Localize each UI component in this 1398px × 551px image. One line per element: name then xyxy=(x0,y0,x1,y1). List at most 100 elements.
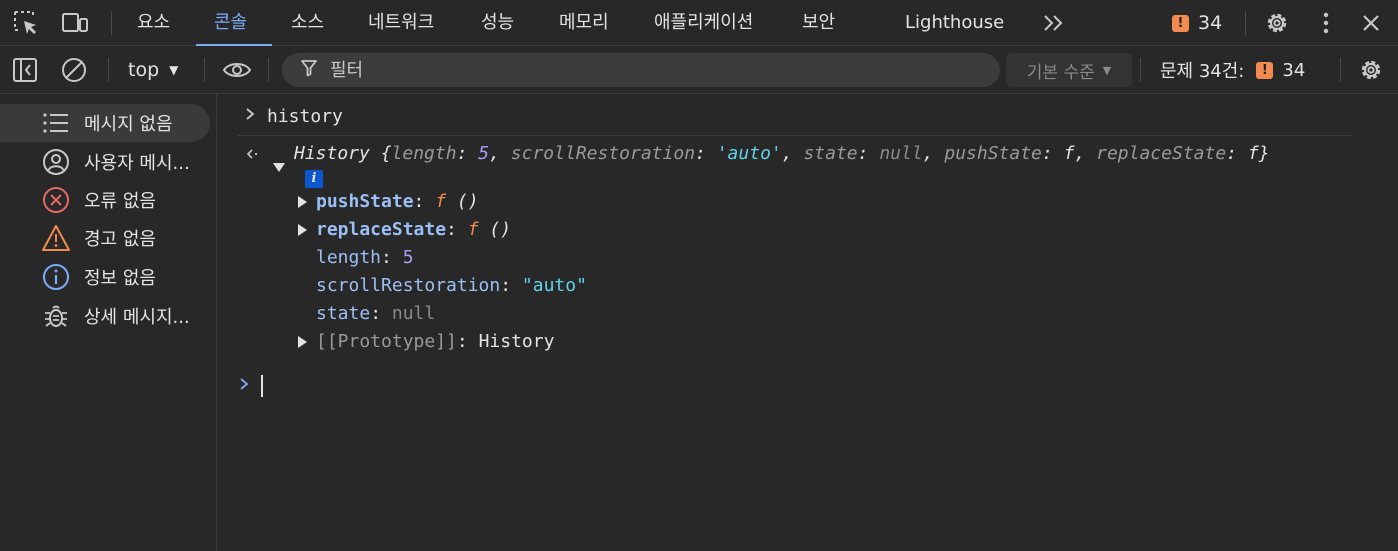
more-tabs-chevron-icon[interactable] xyxy=(1040,9,1068,37)
tab-security[interactable]: 보안 xyxy=(802,0,835,46)
prompt-chevron-icon xyxy=(238,376,250,396)
info-badge-icon[interactable]: i xyxy=(305,170,323,188)
log-levels-label: 기본 수준 xyxy=(1026,62,1095,83)
prop-key: length xyxy=(316,247,382,268)
console-sidebar: 메시지 없음 사용자 메시... 오류 없음 경고 없음 정보 없음 상세 메시… xyxy=(0,94,217,551)
expand-triangle-icon[interactable] xyxy=(298,224,307,236)
console-prompt-input[interactable] xyxy=(261,375,263,397)
sidebar-item-verbose[interactable]: 상세 메시지... xyxy=(0,297,210,335)
prop-pushState[interactable]: pushState: f () xyxy=(316,190,479,214)
user-icon xyxy=(41,147,71,177)
log-levels-dropdown[interactable]: 기본 수준 ▼ xyxy=(1006,53,1132,87)
filter-input[interactable] xyxy=(328,58,952,82)
result-summary[interactable]: History {length: 5, scrollRestoration: '… xyxy=(294,142,1270,166)
filter-funnel-icon xyxy=(300,59,318,81)
collapse-triangle-icon[interactable] xyxy=(273,163,285,172)
console-toolbar: top ▼ 기본 수준 ▼ 문제 34건: ! 34 xyxy=(0,46,1398,94)
prop-key: pushState xyxy=(316,191,414,212)
device-toolbar-icon[interactable] xyxy=(61,9,89,37)
inspect-element-icon[interactable] xyxy=(12,9,40,37)
divider xyxy=(1140,58,1141,82)
sidebar-item-info[interactable]: 정보 없음 xyxy=(0,258,210,296)
bug-icon xyxy=(41,301,71,331)
summary-key: state xyxy=(803,143,858,164)
divider xyxy=(111,11,112,35)
issues-count: 34 xyxy=(1282,59,1306,81)
dropdown-caret-icon: ▼ xyxy=(1102,63,1112,77)
prop-key: replaceState xyxy=(316,219,447,240)
toggle-sidebar-icon[interactable] xyxy=(11,56,39,84)
prop-key: [[Prototype]] xyxy=(316,331,457,352)
sidebar-item-label: 상세 메시지... xyxy=(84,307,190,328)
console-settings-gear-icon[interactable] xyxy=(1357,56,1385,84)
issue-flag-icon: ! xyxy=(1172,14,1189,32)
divider xyxy=(1340,58,1341,82)
summary-value: 5 xyxy=(478,143,490,164)
sidebar-item-warnings[interactable]: 경고 없음 xyxy=(0,219,210,257)
fn-marker: f xyxy=(435,191,447,212)
sidebar-item-label: 사용자 메시... xyxy=(84,153,190,174)
input-prompt-chevron-icon xyxy=(244,106,256,126)
more-options-kebab-icon[interactable] xyxy=(1312,9,1340,37)
tab-memory[interactable]: 메모리 xyxy=(559,0,609,46)
summary-value: f xyxy=(1063,143,1075,164)
prop-replaceState[interactable]: replaceState: f () xyxy=(316,218,511,242)
prop-value: "auto" xyxy=(521,275,587,296)
fn-marker: f xyxy=(467,219,479,240)
prop-key: scrollRestoration xyxy=(316,275,501,296)
fn-parens: () xyxy=(489,219,512,240)
tab-sources[interactable]: 소스 xyxy=(291,0,324,46)
dropdown-caret-icon: ▼ xyxy=(169,63,179,77)
divider xyxy=(268,58,269,82)
issue-count: 34 xyxy=(1198,12,1223,34)
prop-value: 5 xyxy=(402,247,414,268)
sidebar-item-label: 정보 없음 xyxy=(84,268,156,289)
tab-lighthouse[interactable]: Lighthouse xyxy=(905,0,1004,46)
clear-console-icon[interactable] xyxy=(60,56,88,84)
prop-state: state: null xyxy=(316,303,436,324)
tab-network[interactable]: 네트워크 xyxy=(368,0,434,46)
issues-label: 문제 34건: xyxy=(1160,61,1245,82)
fn-parens: () xyxy=(456,191,479,212)
error-icon xyxy=(41,185,71,215)
prop-key: state xyxy=(316,303,371,324)
list-icon xyxy=(41,108,71,138)
object-type: History xyxy=(294,143,370,164)
devtools-tab-bar: 요소 콘솔 소스 네트워크 성능 메모리 애플리케이션 보안 Lighthous… xyxy=(0,0,1398,46)
sidebar-item-messages[interactable]: 메시지 없음 xyxy=(0,104,210,142)
tab-elements[interactable]: 요소 xyxy=(137,0,170,46)
tab-console[interactable]: 콘솔 xyxy=(214,0,247,46)
warning-icon xyxy=(41,223,71,253)
context-selector[interactable]: top ▼ xyxy=(128,58,178,82)
context-value: top xyxy=(128,59,160,81)
sidebar-item-label: 경고 없음 xyxy=(84,229,156,250)
sidebar-item-user-messages[interactable]: 사용자 메시... xyxy=(0,143,210,181)
summary-key: pushState xyxy=(944,143,1042,164)
divider xyxy=(1245,11,1246,35)
issues-badge[interactable]: ! 34 xyxy=(1172,12,1222,34)
sidebar-item-label: 메시지 없음 xyxy=(84,114,173,135)
prop-prototype[interactable]: [[Prototype]]: History xyxy=(316,330,554,354)
live-expression-eye-icon[interactable] xyxy=(222,56,252,84)
info-icon xyxy=(41,262,71,292)
expand-triangle-icon[interactable] xyxy=(298,196,307,208)
close-icon[interactable] xyxy=(1357,9,1385,37)
expand-triangle-icon[interactable] xyxy=(298,336,307,348)
sidebar-item-label: 오류 없음 xyxy=(84,191,156,212)
settings-gear-icon[interactable] xyxy=(1263,9,1291,37)
summary-value: 'auto' xyxy=(716,143,782,164)
prop-scrollRestoration: scrollRestoration: "auto" xyxy=(316,275,587,296)
tab-performance[interactable]: 성능 xyxy=(481,0,514,46)
sidebar-item-errors[interactable]: 오류 없음 xyxy=(0,181,210,219)
summary-value: f xyxy=(1247,143,1259,164)
divider xyxy=(204,58,205,82)
tab-application[interactable]: 애플리케이션 xyxy=(654,0,753,46)
console-input-command: history xyxy=(267,106,343,127)
summary-key: scrollRestoration xyxy=(510,143,696,164)
filter-field[interactable] xyxy=(282,53,1000,87)
prop-length: length: 5 xyxy=(316,247,414,268)
issues-counter[interactable]: 문제 34건: ! 34 xyxy=(1160,58,1306,83)
summary-key: replaceState xyxy=(1096,143,1227,164)
console-output: history History {length: 5, scrollRestor… xyxy=(218,94,1398,551)
issue-flag-icon: ! xyxy=(1256,61,1274,79)
